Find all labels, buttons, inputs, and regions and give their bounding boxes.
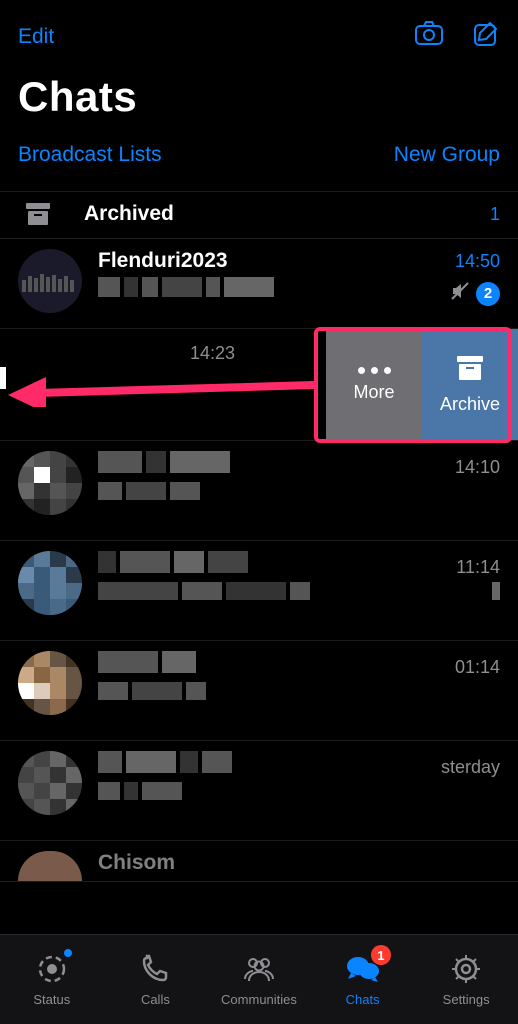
- tab-calls[interactable]: Calls: [104, 935, 208, 1024]
- tab-label: Communities: [221, 992, 297, 1007]
- chat-row[interactable]: Chisom: [0, 841, 518, 882]
- broadcast-lists-link[interactable]: Broadcast Lists: [18, 143, 162, 167]
- chat-time: 11:14: [456, 557, 500, 578]
- swipe-more-button[interactable]: More: [326, 329, 422, 440]
- edit-button[interactable]: Edit: [18, 25, 54, 49]
- status-icon: [36, 953, 68, 988]
- chat-preview: [98, 277, 500, 297]
- avatar: [18, 651, 82, 715]
- chat-row[interactable]: Flenduri2023 14:50 2: [0, 239, 518, 329]
- top-bar: Edit: [0, 0, 518, 61]
- archived-label: Archived: [84, 202, 464, 226]
- archive-icon: [18, 202, 58, 226]
- communities-icon: [241, 953, 277, 988]
- chats-badge: 1: [371, 945, 391, 965]
- swipe-archive-label: Archive: [440, 394, 500, 415]
- chat-time: 01:14: [455, 657, 500, 678]
- chat-preview: [98, 582, 500, 600]
- compose-icon[interactable]: [472, 20, 500, 53]
- chat-row[interactable]: 11:14: [0, 541, 518, 641]
- annotation-arrow: [8, 363, 318, 407]
- chat-row[interactable]: 01:14: [0, 641, 518, 741]
- chat-row[interactable]: sterday: [0, 741, 518, 841]
- chat-name: Chisom: [98, 851, 175, 875]
- page-title: Chats: [0, 61, 518, 143]
- archive-icon: [456, 355, 484, 386]
- chat-preview: [98, 682, 500, 700]
- tab-settings[interactable]: Settings: [414, 935, 518, 1024]
- sub-bar: Broadcast Lists New Group: [0, 143, 518, 191]
- avatar: [18, 551, 82, 615]
- swipe-more-label: More: [353, 382, 394, 403]
- archived-row[interactable]: Archived 1: [0, 192, 518, 239]
- chat-time: 14:23: [190, 343, 235, 364]
- calls-icon: [139, 953, 171, 988]
- more-icon: [358, 367, 391, 374]
- status-dot-indicator: [64, 949, 72, 957]
- new-group-link[interactable]: New Group: [394, 143, 500, 167]
- chat-row[interactable]: 14:10: [0, 441, 518, 541]
- swipe-archive-button[interactable]: Archive: [422, 329, 518, 440]
- tab-label: Chats: [346, 992, 380, 1007]
- tab-label: Status: [33, 992, 70, 1007]
- tab-bar: Status Calls Communities 1 Chats Setti: [0, 934, 518, 1024]
- chat-preview: [98, 482, 500, 500]
- chat-time: 14:50: [455, 251, 500, 272]
- avatar: [18, 751, 82, 815]
- avatar: [18, 249, 82, 313]
- avatar: [18, 451, 82, 515]
- tab-chats[interactable]: 1 Chats: [311, 935, 415, 1024]
- unread-badge: 2: [476, 282, 500, 306]
- avatar: [18, 851, 82, 881]
- chat-preview: [98, 782, 500, 800]
- tab-status[interactable]: Status: [0, 935, 104, 1024]
- tab-label: Settings: [443, 992, 490, 1007]
- tab-label: Calls: [141, 992, 170, 1007]
- chat-list: Archived 1 Flenduri2023 14:50: [0, 191, 518, 934]
- archived-count: 1: [490, 204, 500, 225]
- tab-communities[interactable]: Communities: [207, 935, 311, 1024]
- chat-row-swiped[interactable]: 14:23 More Archive: [0, 329, 518, 441]
- chat-time: sterday: [441, 757, 500, 778]
- chat-time: 14:10: [455, 457, 500, 478]
- chat-name: Flenduri2023: [98, 249, 228, 273]
- muted-icon: [450, 281, 470, 306]
- camera-icon[interactable]: [414, 20, 444, 53]
- settings-icon: [450, 953, 482, 988]
